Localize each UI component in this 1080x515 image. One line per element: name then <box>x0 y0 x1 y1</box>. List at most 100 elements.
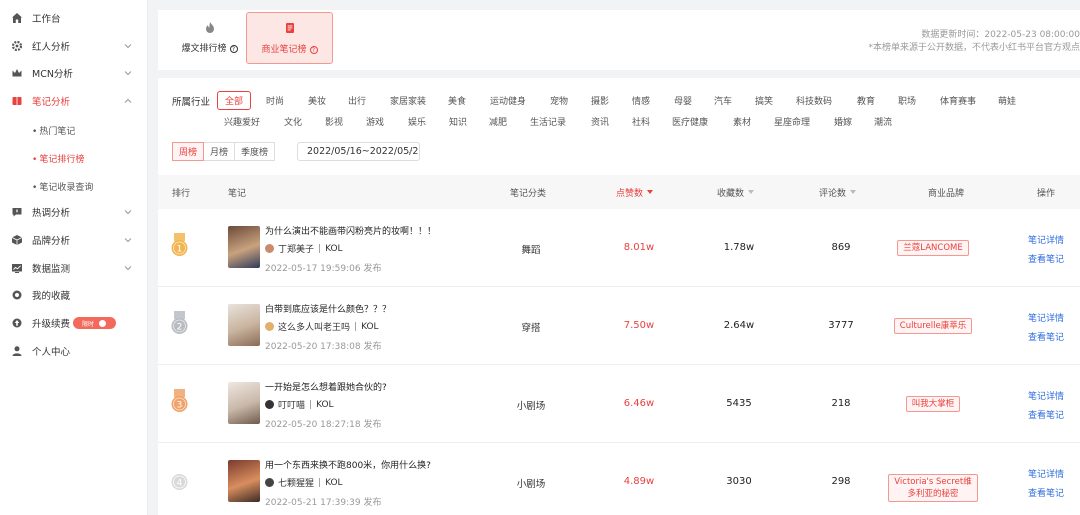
industry-chip[interactable]: 出行 <box>348 94 366 107</box>
avatar <box>265 322 274 331</box>
sidebar-item-my-favorites[interactable]: 我的收藏 <box>0 285 148 305</box>
sidebar-item-influencer-analysis[interactable]: 红人分析 <box>0 36 148 56</box>
brand-tag[interactable]: Culturelle康萃乐 <box>893 318 973 334</box>
note-category: 小剧场 <box>516 401 546 412</box>
industry-chip[interactable]: 家居家装 <box>390 94 426 107</box>
sidebar-item-label: 工作台 <box>32 14 61 25</box>
brand-tag[interactable]: Victoria's Secret维 多利亚的秘密 <box>888 474 978 502</box>
comments-count: 218 <box>831 398 851 409</box>
note-thumbnail[interactable] <box>228 226 260 268</box>
brand-tag[interactable]: 兰蔻LANCOME <box>897 240 969 256</box>
industry-chip[interactable]: 母婴 <box>674 94 692 107</box>
note-thumbnail[interactable] <box>228 304 260 346</box>
author-name[interactable]: 叮叮喵 <box>278 398 305 411</box>
help-icon[interactable]: ? <box>309 45 318 54</box>
sidebar-item-note-analysis[interactable]: 笔记分析 <box>0 91 148 111</box>
sidebar-item-label: 品牌分析 <box>32 236 71 247</box>
note-title[interactable]: 白带到底应该是什么颜色？？？ <box>265 302 391 315</box>
view-note-link[interactable]: 查看笔记 <box>1028 330 1064 343</box>
header-likes[interactable]: 点赞数 <box>616 175 654 209</box>
industry-chip[interactable]: 教育 <box>857 94 875 107</box>
help-icon[interactable]: ? <box>229 45 238 53</box>
table-header: 排行 笔记 笔记分类 点赞数 收藏数 评论数 商业品牌 操作 <box>158 175 1080 209</box>
author-name[interactable]: 丁郑美子 <box>278 242 314 255</box>
sidebar-item-hot-topic-analysis[interactable]: 热调分析 <box>0 202 148 222</box>
industry-chip[interactable]: 潮流 <box>874 115 892 128</box>
industry-chip[interactable]: 全部 <box>217 91 252 110</box>
industry-chip[interactable]: 知识 <box>449 115 467 128</box>
flame-icon <box>205 22 214 33</box>
industry-chip[interactable]: 美食 <box>448 94 466 107</box>
industry-chip[interactable]: 搞笑 <box>755 94 773 107</box>
header-collects[interactable]: 收藏数 <box>717 175 755 209</box>
industry-chip[interactable]: 时尚 <box>266 94 284 107</box>
chevron-down-icon <box>406 149 413 154</box>
rank-number: 2 <box>177 323 183 333</box>
industry-chip[interactable]: 摄影 <box>591 94 609 107</box>
promo-badge[interactable]: 限时 <box>73 317 116 329</box>
note-detail-link[interactable]: 笔记详情 <box>1028 389 1064 402</box>
view-note-link[interactable]: 查看笔记 <box>1028 252 1064 265</box>
brand-tag[interactable]: 叫我大掌柜 <box>905 396 961 412</box>
industry-chip[interactable]: 职场 <box>898 94 916 107</box>
collects-count: 1.78w <box>723 242 755 253</box>
industry-chip[interactable]: 医疗健康 <box>672 115 708 128</box>
industry-chip[interactable]: 生活记录 <box>530 115 566 128</box>
sidebar-subitem-note-ranking[interactable]: 笔记排行榜 <box>32 152 84 165</box>
industry-chip[interactable]: 娱乐 <box>408 115 426 128</box>
industry-chip[interactable]: 体育赛事 <box>940 94 976 107</box>
industry-chip[interactable]: 资讯 <box>591 115 609 128</box>
upgrade-icon <box>11 317 23 329</box>
industry-chip[interactable]: 影视 <box>325 115 343 128</box>
sidebar-subitem-hot-notes[interactable]: 热门笔记 <box>32 124 75 137</box>
note-detail-link[interactable]: 笔记详情 <box>1028 311 1064 324</box>
tab-viral-ranking[interactable]: 爆文排行榜? <box>166 10 253 65</box>
note-detail-link[interactable]: 笔记详情 <box>1028 233 1064 246</box>
period-monthly[interactable]: 月榜 <box>203 142 236 161</box>
industry-chip[interactable]: 婚嫁 <box>834 115 852 128</box>
author-name[interactable]: 七颗猩猩 <box>278 476 314 489</box>
sidebar-item-brand-analysis[interactable]: 品牌分析 <box>0 230 148 250</box>
header-comments[interactable]: 评论数 <box>819 175 857 209</box>
sidebar-item-label: 数据监测 <box>32 264 71 275</box>
sidebar-item-mcn-analysis[interactable]: MCN分析 <box>0 63 148 83</box>
period-weekly[interactable]: 周榜 <box>172 142 205 161</box>
industry-chip[interactable]: 美妆 <box>308 94 326 107</box>
industry-chip[interactable]: 科技数码 <box>796 94 832 107</box>
date-range-select[interactable]: 2022/05/16~2022/05/22 <box>297 142 420 161</box>
industry-chip[interactable]: 素材 <box>733 115 751 128</box>
view-note-link[interactable]: 查看笔记 <box>1028 486 1064 499</box>
tab-commercial-notes[interactable]: 商业笔记榜? <box>246 12 333 64</box>
period-quarterly[interactable]: 季度榜 <box>234 142 276 161</box>
note-thumbnail[interactable] <box>228 460 260 502</box>
sidebar-item-label: 热调分析 <box>32 208 71 219</box>
industry-chip[interactable]: 汽车 <box>714 94 732 107</box>
sidebar-item-data-monitoring[interactable]: 数据监测 <box>0 258 148 278</box>
sidebar-item-workbench[interactable]: 工作台 <box>0 8 148 28</box>
industry-chip[interactable]: 游戏 <box>366 115 384 128</box>
sidebar-item-label: MCN分析 <box>32 69 73 80</box>
sidebar-subitem-note-inclusion-query[interactable]: 笔记收录查询 <box>32 180 93 193</box>
likes-count: 7.50w <box>623 320 655 331</box>
industry-chip[interactable]: 社科 <box>632 115 650 128</box>
industry-chip[interactable]: 运动健身 <box>490 94 526 107</box>
industry-chip[interactable]: 情感 <box>632 94 650 107</box>
note-title[interactable]: 为什么演出不能画带闪粉亮片的妆啊！！！ <box>265 224 436 237</box>
industry-chip[interactable]: 星座命理 <box>774 115 810 128</box>
table-row: 3 一开始是怎么想着跟她合伙的? 叮叮喵 | KOL 2022-05-20 18… <box>158 365 1080 443</box>
rank-badge-icon: 4 <box>171 474 188 490</box>
note-title[interactable]: 用一个东西来换不跑800米，你用什么换? <box>265 458 431 471</box>
industry-chip[interactable]: 文化 <box>284 115 302 128</box>
note-title[interactable]: 一开始是怎么想着跟她合伙的? <box>265 380 387 393</box>
note-thumbnail[interactable] <box>228 382 260 424</box>
industry-chip[interactable]: 萌娃 <box>998 94 1016 107</box>
author-name[interactable]: 这么多人叫老王吗 <box>278 320 350 333</box>
table-row: 1 为什么演出不能画带闪粉亮片的妆啊！！！ 丁郑美子 | KOL 2022-05… <box>158 209 1080 287</box>
note-detail-link[interactable]: 笔记详情 <box>1028 467 1064 480</box>
industry-chip[interactable]: 宠物 <box>550 94 568 107</box>
view-note-link[interactable]: 查看笔记 <box>1028 408 1064 421</box>
rank-medal-icon: 1 <box>171 233 188 256</box>
industry-chip[interactable]: 减肥 <box>489 115 507 128</box>
industry-chip[interactable]: 兴趣爱好 <box>224 115 260 128</box>
sidebar-item-personal-center[interactable]: 个人中心 <box>0 341 148 361</box>
